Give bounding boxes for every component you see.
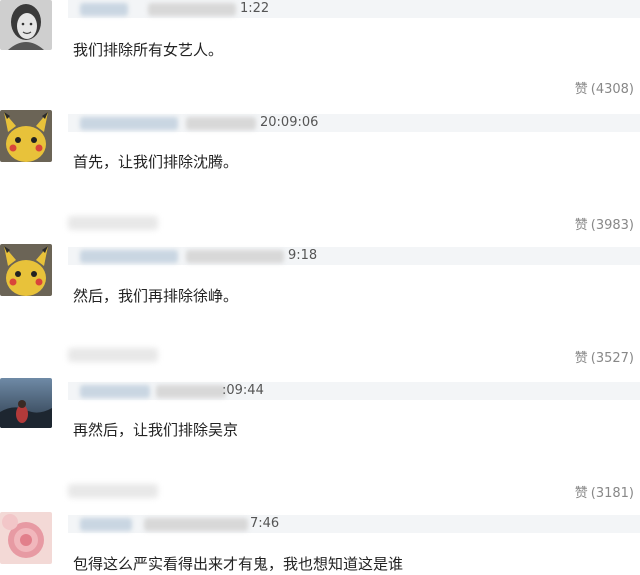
comment-text: 然后，我们再排除徐峥。 <box>73 287 239 305</box>
like-button[interactable]: 赞 (3527) <box>575 351 634 367</box>
like-label: 赞 <box>574 218 588 233</box>
comment-time: 1:22 <box>240 1 270 16</box>
like-button[interactable]: 赞 (4308) <box>575 82 634 98</box>
comment-time: :09:44 <box>222 383 264 398</box>
comment-meta-bar: 9:18 <box>68 247 640 265</box>
comment-meta-bar: :09:44 <box>68 382 640 400</box>
like-label: 赞 <box>574 486 588 501</box>
blurred-reply-name <box>68 216 158 230</box>
username-blurred[interactable] <box>80 250 178 263</box>
user-avatar[interactable] <box>0 110 52 162</box>
user-avatar[interactable] <box>0 0 52 50</box>
like-count: (3181) <box>590 486 634 501</box>
time-blurred <box>148 3 236 16</box>
comment-meta-bar: 7:46 <box>68 515 640 533</box>
username-blurred[interactable] <box>80 117 178 130</box>
like-button[interactable]: 赞 (3983) <box>575 218 634 234</box>
like-label: 赞 <box>574 351 588 366</box>
comment-text: 首先，让我们排除沈腾。 <box>73 153 239 171</box>
like-label: 赞 <box>574 82 588 97</box>
comment-meta-bar: 1:22 <box>68 0 640 18</box>
comment-time: 9:18 <box>288 248 318 263</box>
comment-text: 再然后，让我们排除吴京 <box>73 421 239 439</box>
comment-meta-bar: 20:09:06 <box>68 114 640 132</box>
time-blurred <box>186 250 284 263</box>
username-blurred[interactable] <box>80 518 132 531</box>
comment-time: 7:46 <box>250 516 280 531</box>
like-count: (4308) <box>590 82 634 97</box>
comment-text: 我们排除所有女艺人。 <box>73 41 224 59</box>
comment-text: 包得这么严实看得出来才有鬼，我也想知道这是谁 <box>73 555 404 573</box>
username-blurred[interactable] <box>80 3 128 16</box>
user-avatar[interactable] <box>0 244 52 296</box>
blurred-reply-name <box>68 484 158 498</box>
like-count: (3983) <box>590 218 634 233</box>
user-avatar[interactable] <box>0 378 52 428</box>
comment-time: 20:09:06 <box>260 115 319 130</box>
like-button[interactable]: 赞 (3181) <box>575 486 634 502</box>
like-count: (3527) <box>590 351 634 366</box>
blurred-reply-name <box>68 348 158 362</box>
username-blurred[interactable] <box>80 385 150 398</box>
time-blurred <box>156 385 226 398</box>
user-avatar[interactable] <box>0 512 52 564</box>
time-blurred <box>144 518 248 531</box>
time-blurred <box>186 117 256 130</box>
